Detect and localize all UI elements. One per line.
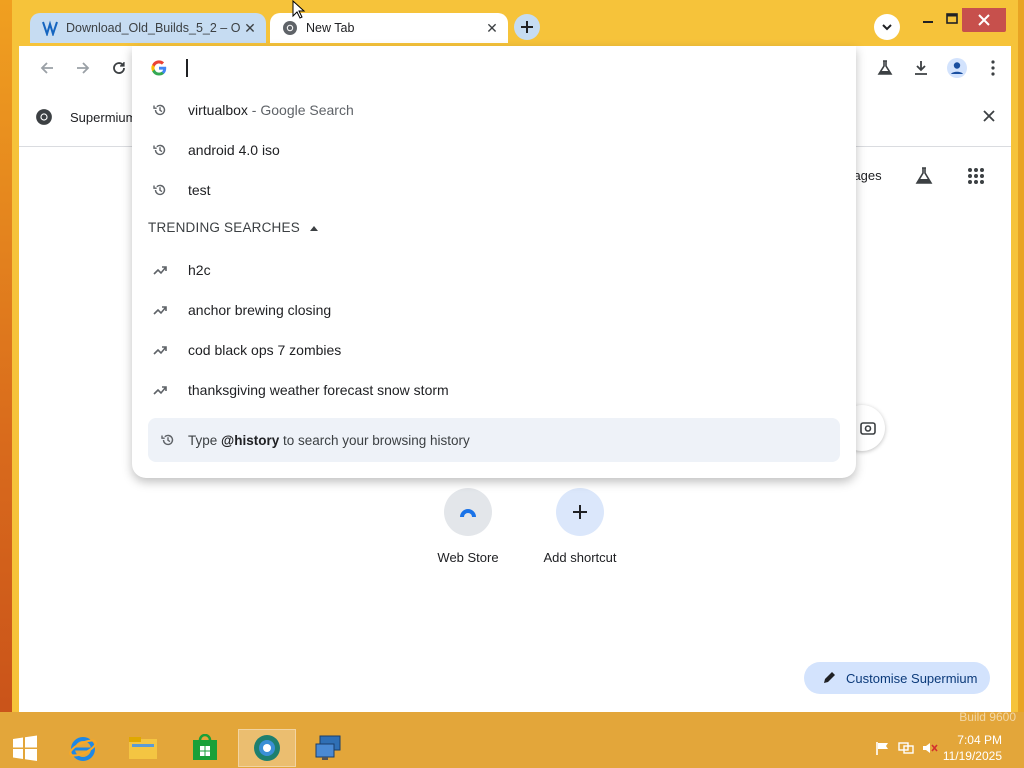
suggestion-suffix: - Google Search <box>247 102 354 118</box>
clock-date: 11/19/2025 <box>942 749 1002 763</box>
suggestion-history-2[interactable]: test <box>132 170 856 210</box>
close-tab-icon[interactable]: ✕ <box>240 18 260 38</box>
network-icon[interactable] <box>897 739 915 757</box>
tab-download-old-builds[interactable]: Download_Old_Builds_5_2 – Ora ✕ <box>30 13 266 43</box>
mouse-cursor-icon <box>292 0 306 23</box>
apps-grid-icon[interactable] <box>967 167 985 188</box>
omnibox-dropdown: virtualbox - Google Search android 4.0 i… <box>132 46 856 478</box>
avatar-icon <box>947 58 967 78</box>
back-button[interactable] <box>33 54 61 82</box>
trending-icon <box>132 305 188 315</box>
arrow-right-icon <box>77 62 90 74</box>
virtualbox-icon <box>42 20 58 36</box>
desktop-background-strip <box>0 712 1024 728</box>
labs-icon[interactable] <box>915 167 933 188</box>
close-window-button[interactable] <box>962 8 1006 32</box>
tab-title: Download_Old_Builds_5_2 – Ora <box>66 21 240 35</box>
history-icon <box>148 433 188 447</box>
customise-label: Customise Supermium <box>846 670 978 686</box>
experiments-button[interactable] <box>871 54 899 82</box>
omnibox-input[interactable] <box>192 56 796 82</box>
history-icon <box>132 103 188 117</box>
suggestion-trending-2[interactable]: cod black ops 7 zombies <box>132 330 856 370</box>
history-icon <box>132 143 188 157</box>
system-clock[interactable]: 7:04 PM 11/19/2025 <box>943 732 1002 764</box>
profile-button[interactable] <box>943 54 971 82</box>
suggestion-history-0[interactable]: virtualbox - Google Search <box>132 90 856 130</box>
supermium-icon[interactable] <box>238 729 296 767</box>
arrow-left-icon <box>40 62 53 74</box>
desktop-background <box>0 0 12 728</box>
suggestion-text: anchor brewing closing <box>188 302 332 318</box>
caret-up-icon <box>309 225 318 231</box>
remote-desktop-icon[interactable] <box>300 729 358 767</box>
shortcut-label: Add shortcut <box>543 550 617 565</box>
history-icon <box>132 183 188 197</box>
trending-searches-header[interactable]: TRENDING SEARCHES <box>148 220 318 235</box>
shortcut-web-store[interactable]: Web Store <box>418 488 518 565</box>
customise-button[interactable]: Customise Supermium <box>804 662 990 694</box>
pencil-icon <box>822 671 836 685</box>
reload-icon <box>113 62 125 74</box>
suggestion-text: test <box>188 182 211 198</box>
trending-icon <box>132 265 188 275</box>
volume-muted-icon[interactable] <box>921 739 939 757</box>
camera-icon <box>860 422 876 435</box>
downloads-button[interactable] <box>907 54 935 82</box>
reload-button[interactable] <box>105 54 133 82</box>
taskbar: 7:04 PM 11/19/2025 <box>0 728 1024 768</box>
close-tab-icon[interactable]: ✕ <box>482 18 502 38</box>
suggestion-history-1[interactable]: android 4.0 iso <box>132 130 856 170</box>
chromium-icon <box>35 108 53 129</box>
suggestion-trending-3[interactable]: thanksgiving weather forecast snow storm <box>132 370 856 410</box>
menu-button[interactable] <box>979 54 1007 82</box>
close-infobar-icon[interactable] <box>983 110 995 125</box>
suggestion-trending-0[interactable]: h2c <box>132 250 856 290</box>
shortcut-label: Web Store <box>437 550 499 565</box>
flask-icon <box>877 60 893 75</box>
desktop-watermark: Build 9600 <box>959 710 1016 724</box>
tab-title: New Tab <box>306 21 355 35</box>
clock-time: 7:04 PM <box>957 733 1002 747</box>
suggestion-text: thanksgiving weather forecast snow storm <box>188 382 449 398</box>
start-button[interactable] <box>0 729 50 767</box>
hint-suffix: to search your browsing history <box>279 432 470 448</box>
suggestion-text: virtualbox <box>188 102 248 118</box>
internet-explorer-icon[interactable] <box>54 729 112 767</box>
close-icon <box>978 14 990 26</box>
suggestion-text: cod black ops 7 zombies <box>188 342 342 358</box>
download-icon <box>915 61 927 75</box>
store-icon[interactable] <box>176 729 234 767</box>
omnibox-input-row[interactable] <box>132 48 856 88</box>
suggestion-text: android 4.0 iso <box>188 142 280 158</box>
plus-icon <box>556 488 604 536</box>
suggestion-trending-1[interactable]: anchor brewing closing <box>132 290 856 330</box>
suggestion-text: h2c <box>188 262 211 278</box>
trending-icon <box>132 385 188 395</box>
shortcut-add[interactable]: Add shortcut <box>530 488 630 565</box>
history-search-hint[interactable]: Type @history to search your browsing hi… <box>148 418 840 462</box>
chevron-down-icon <box>882 24 892 31</box>
title-bar: Download_Old_Builds_5_2 – Ora ✕ New Tab … <box>12 0 1018 46</box>
action-center-flag-icon[interactable] <box>873 739 891 757</box>
trending-icon <box>132 345 188 355</box>
hint-prefix: Type <box>188 432 222 448</box>
hint-keyword: @history <box>221 432 280 448</box>
file-explorer-icon[interactable] <box>114 729 172 767</box>
google-icon <box>132 60 186 76</box>
trending-header-label: TRENDING SEARCHES <box>148 220 300 235</box>
more-vertical-icon <box>991 60 995 76</box>
text-caret <box>186 59 188 77</box>
infobar-label: Supermium <box>70 110 137 125</box>
forward-button[interactable] <box>69 54 97 82</box>
new-tab-button[interactable] <box>514 14 540 40</box>
windows-logo-icon <box>13 735 37 761</box>
tab-search-button[interactable] <box>874 14 900 40</box>
web-store-icon <box>444 488 492 536</box>
